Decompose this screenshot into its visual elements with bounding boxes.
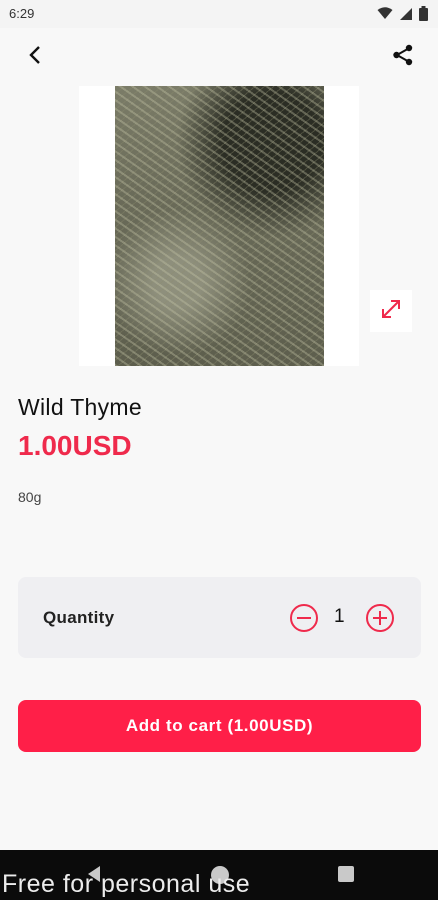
share-icon bbox=[392, 44, 414, 71]
product-price: 1.00USD bbox=[18, 430, 132, 461]
product-name: Wild Thyme bbox=[18, 394, 142, 420]
status-icons bbox=[377, 6, 428, 26]
status-time: 6:29 bbox=[9, 6, 35, 21]
quantity-label: Quantity bbox=[43, 608, 115, 627]
watermark-text: Free for personal use bbox=[2, 870, 251, 898]
minus-circle-icon bbox=[289, 604, 319, 637]
quantity-card: Quantity 1 bbox=[18, 577, 421, 658]
wifi-icon bbox=[377, 7, 393, 25]
signal-icon bbox=[399, 7, 413, 26]
decrease-quantity-button[interactable] bbox=[289, 603, 319, 633]
nav-recent-apps-icon[interactable] bbox=[338, 866, 354, 882]
expand-icon bbox=[380, 298, 402, 325]
status-bar: 6:29 bbox=[0, 0, 438, 28]
share-button[interactable] bbox=[388, 42, 418, 72]
product-image[interactable] bbox=[115, 86, 324, 366]
back-button[interactable] bbox=[20, 42, 50, 72]
increase-quantity-button[interactable] bbox=[365, 603, 395, 633]
app-bar bbox=[0, 28, 438, 86]
quantity-value: 1 bbox=[334, 606, 345, 627]
product-image-panel bbox=[79, 86, 359, 366]
battery-icon bbox=[419, 6, 428, 26]
add-to-cart-button[interactable]: Add to cart (1.00USD) bbox=[18, 700, 421, 752]
chevron-left-icon bbox=[28, 45, 42, 70]
expand-image-button[interactable] bbox=[370, 290, 412, 332]
product-weight: 80g bbox=[18, 489, 42, 505]
plus-circle-icon bbox=[365, 604, 395, 637]
